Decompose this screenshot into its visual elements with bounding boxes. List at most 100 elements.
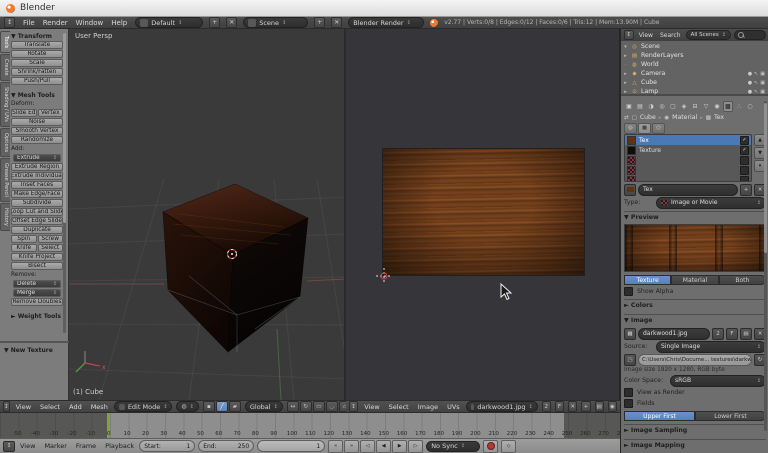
tool-button[interactable]: Subdivide (11, 199, 63, 207)
next-keyframe-icon[interactable]: ▷ (408, 440, 423, 453)
object-data-icon[interactable]: ▽ (701, 101, 711, 112)
texture-slot-row[interactable]: Texture ✓ (625, 145, 751, 155)
outliner-row[interactable]: ▸ ▤ RenderLayers ● ↖ ▣ (623, 51, 767, 60)
tool-button[interactable]: Smooth Vertex (11, 127, 63, 135)
context-arrows-icon[interactable]: ⇄ (624, 115, 629, 121)
menu-item[interactable]: File (21, 19, 37, 27)
tool-button[interactable]: ▼ Transform (11, 32, 63, 40)
properties-scrollbar[interactable] (764, 101, 767, 431)
menu-item[interactable]: Select (38, 403, 62, 411)
texture-slot-row[interactable]: Tex ✓ (625, 135, 751, 145)
menu-item[interactable]: Window (74, 19, 106, 27)
menu-item[interactable]: Frame (74, 442, 98, 450)
outliner-row[interactable]: ▸ △ Cube ● ↖ ▣ (623, 78, 767, 87)
breadcrumb-texture[interactable]: Tex (714, 114, 724, 121)
tool-button[interactable]: Spin (11, 235, 37, 243)
view-as-render-checkbox[interactable] (624, 388, 633, 397)
tool-shelf-tab[interactable]: Create (0, 54, 10, 81)
texture-browse-icon[interactable] (624, 184, 636, 196)
texture-enable-checkbox[interactable] (740, 166, 749, 175)
selectable-icon[interactable]: ↖ (754, 80, 758, 86)
vertex-select-mode-icon[interactable]: ▪ (203, 401, 215, 412)
image-source-select[interactable]: Single Image ↕ (656, 341, 766, 353)
tool-button[interactable]: Extrude Individual (11, 172, 63, 180)
snap-magnet-icon[interactable]: ◡ (326, 401, 338, 412)
preview-mode-button[interactable]: Material (671, 275, 718, 285)
manipulator-scale-icon[interactable]: ▭ (313, 401, 325, 412)
menu-item[interactable]: Add (67, 403, 84, 411)
outliner-view-menu[interactable]: View (637, 32, 655, 39)
tool-button[interactable]: Remove: (11, 271, 63, 279)
image-filepath-field[interactable]: C:\Users\Chris\Docume... textures\darkwo… (638, 354, 752, 366)
tool-button[interactable]: Vertex (38, 109, 64, 117)
visibility-eye-icon[interactable]: ● (748, 71, 752, 77)
preview-mode-button[interactable]: Both (719, 275, 766, 285)
tool-button[interactable]: Remove Doubles (11, 298, 63, 306)
add-scene-button[interactable]: + (314, 17, 325, 28)
image-users-button[interactable]: 2 (542, 401, 551, 412)
image-sampling-panel-header[interactable]: ► Image Sampling (624, 424, 766, 436)
visibility-eye-icon[interactable]: ● (748, 89, 752, 95)
fields-checkbox[interactable] (624, 399, 633, 408)
manipulator-translate-icon[interactable]: ↔ (287, 401, 299, 412)
tool-button[interactable]: Scale (11, 59, 63, 67)
editor-type-timeline-icon[interactable]: ↕ (3, 441, 15, 452)
tool-button[interactable]: Randomize (11, 136, 63, 144)
tool-button[interactable]: Inset Faces (11, 181, 63, 189)
world-texture-tab[interactable]: ◎ (624, 123, 637, 134)
breadcrumb-object[interactable]: Cube (640, 114, 656, 121)
tool-button[interactable]: Add: (11, 145, 63, 153)
remove-layout-button[interactable]: ✕ (226, 17, 237, 28)
tool-button[interactable]: Select (38, 244, 64, 252)
new-image-icon[interactable]: + (581, 401, 590, 412)
menu-item[interactable]: Select (387, 403, 411, 411)
selectable-icon[interactable]: ↖ (754, 71, 758, 77)
tool-shelf-tab[interactable]: Shading / UVs (0, 82, 10, 127)
renderable-camera-icon[interactable]: ▣ (760, 71, 765, 77)
end-frame-field[interactable]: End: 250 (198, 440, 254, 452)
menu-item[interactable]: UVs (445, 403, 462, 411)
transform-orientation-select[interactable]: Global↕ (245, 401, 283, 412)
editor-type-outliner-icon[interactable]: ↕ (624, 30, 634, 40)
outliner[interactable]: ↕ View Search All Scenes ↕ ▾ ◎ Scene ● ↖ (621, 29, 768, 96)
object-icon[interactable]: ▢ (668, 101, 678, 112)
outliner-filter-select[interactable]: All Scenes ↕ (686, 30, 731, 40)
field-order-button[interactable]: Lower First (695, 411, 766, 421)
tool-button[interactable]: Offset Edge Slide (11, 217, 63, 225)
screen-layout-select[interactable]: Default ↕ (135, 17, 203, 28)
renderable-camera-icon[interactable]: ▣ (760, 80, 765, 86)
uv-image-editor[interactable] (346, 29, 620, 400)
outliner-row[interactable]: ▸ ◆ Camera ● ↖ ▣ (623, 69, 767, 78)
tool-button[interactable]: Noise (11, 118, 63, 126)
menu-item[interactable]: Image (416, 403, 440, 411)
image-mapping-panel-header[interactable]: ► Image Mapping (624, 439, 766, 451)
other-texture-tab[interactable]: ○ (652, 123, 665, 134)
tool-shelf-tab[interactable]: Options (0, 128, 10, 157)
start-frame-field[interactable]: Start: 1 (139, 440, 195, 452)
keying-set-icon[interactable]: ◇ (501, 440, 516, 453)
tool-shelf-tab[interactable]: Tools (0, 31, 10, 53)
file-browse-icon[interactable]: ◳ (624, 354, 636, 366)
play-reverse-icon[interactable]: ◀ (376, 440, 391, 453)
physics-icon[interactable]: ○ (745, 101, 755, 112)
texture-enable-checkbox[interactable]: ✓ (740, 146, 749, 155)
menu-item[interactable]: Playback (103, 442, 136, 450)
outliner-row[interactable]: · ◍ World ● ↖ ▣ (623, 60, 767, 69)
edge-select-mode-icon[interactable]: ╱ (216, 401, 228, 412)
open-image-icon[interactable]: ▤ (595, 401, 604, 412)
new-texture-button[interactable]: + (740, 184, 752, 196)
outliner-row[interactable]: ▸ ⊙ Lamp ● ↖ ▣ (623, 87, 767, 96)
mode-select[interactable]: Edit Mode ↕ (114, 401, 173, 412)
tool-button[interactable]: ► Weight Tools (11, 312, 63, 320)
render-layers-icon[interactable]: ▤ (635, 101, 645, 112)
render-icon[interactable]: ▣ (624, 101, 634, 112)
tool-shelf-tab[interactable]: Grease Pencil (0, 158, 10, 202)
image-name-field[interactable]: darkwood1.jpg (638, 328, 710, 340)
menu-item[interactable]: View (362, 403, 381, 411)
menu-item[interactable]: View (14, 403, 33, 411)
current-frame-field[interactable]: 1 (257, 440, 325, 452)
menu-item[interactable]: Mesh (89, 403, 110, 411)
operator-panel-header[interactable]: ▼ New Texture (0, 341, 70, 354)
breadcrumb-material[interactable]: Material (672, 114, 697, 121)
outliner-row[interactable]: ▾ ◎ Scene ● ↖ ▣ (623, 42, 767, 51)
